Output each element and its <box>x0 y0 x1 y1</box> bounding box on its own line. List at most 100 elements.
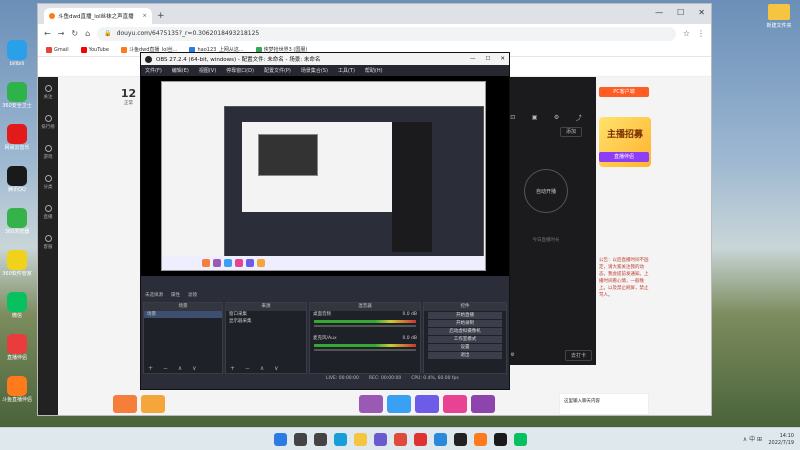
desktop-folder[interactable]: 新建文件夹 <box>764 4 794 29</box>
control-button[interactable]: 工作室模式 <box>428 336 502 343</box>
system-tray[interactable]: ∧ 中 ⊞ <box>743 434 762 443</box>
desktop-icon[interactable]: 腾讯QQ <box>2 166 32 193</box>
control-button[interactable]: 启动虚拟摄像机 <box>428 328 502 335</box>
desktop-icon[interactable]: 360软件管家 <box>2 250 32 277</box>
sidebar-item[interactable]: 关注 <box>38 77 58 107</box>
auto-live-button[interactable]: 自动开播 <box>524 169 568 213</box>
edge-icon[interactable] <box>333 432 347 446</box>
source-item[interactable]: 窗口采集 <box>226 311 306 318</box>
gift-icon[interactable]: ▣ <box>532 114 538 121</box>
obs-logo-icon <box>145 55 152 63</box>
close-tab-icon[interactable]: × <box>142 13 147 19</box>
desktop-icon[interactable]: 360浏览器 <box>2 208 32 235</box>
obs-minimize-button[interactable]: — <box>470 56 476 62</box>
wechat-icon[interactable] <box>513 432 527 446</box>
checkin-button[interactable]: 去打卡 <box>564 349 592 361</box>
gift-item[interactable] <box>415 395 439 413</box>
sidebar-item[interactable]: 分类 <box>38 167 58 197</box>
start-icon[interactable] <box>273 432 287 446</box>
filters-button[interactable]: 滤镜 <box>188 292 197 298</box>
task-view-icon[interactable] <box>313 432 327 446</box>
scene-item[interactable]: 场景 <box>144 311 222 318</box>
source-item[interactable]: 显示器采集 <box>226 318 306 325</box>
gift-item[interactable] <box>359 395 383 413</box>
obs-menubar: 文件(F) 编辑(E) 视图(V) 停靠窗口(D) 配置文件(P) 场景集合(S) 工具(T… <box>141 65 509 76</box>
obs-menu-item[interactable]: 场景集合(S) <box>301 67 328 74</box>
tab-bar: 斗鱼dwd直播_lol丝袜之声直播 × + — ☐ ✕ <box>38 4 711 24</box>
sidebar-item[interactable]: 直播 <box>38 197 58 227</box>
menu-icon[interactable]: ⋮ <box>697 29 705 38</box>
desktop-icon[interactable]: 360安全卫士 <box>2 82 32 109</box>
obs-title: OBS 27.2.4 (64-bit, windows) - 配置文件: 未命名… <box>156 57 321 63</box>
sources-toolbar[interactable]: + − ∧ ∨ <box>226 365 306 373</box>
controls-title: 控件 <box>424 303 506 311</box>
back-button[interactable]: ← <box>44 29 51 38</box>
reload-button[interactable]: ↻ <box>71 29 78 38</box>
chat-input[interactable]: 这里输入聊天内容 <box>559 393 649 415</box>
new-tab-button[interactable]: + <box>157 11 165 21</box>
obs-menu-item[interactable]: 视图(V) <box>199 67 216 74</box>
scenes-toolbar[interactable]: + − ∧ ∨ <box>144 365 222 373</box>
control-button[interactable]: 设置 <box>428 344 502 351</box>
obs-menu-item[interactable]: 停靠窗口(D) <box>226 67 254 74</box>
search-icon[interactable] <box>293 432 307 446</box>
gift-item[interactable] <box>141 395 165 413</box>
live-companion-banner[interactable]: 直播伴侣 <box>599 152 649 162</box>
control-button[interactable]: 开始录制 <box>428 320 502 327</box>
tab-douyu[interactable]: 斗鱼dwd直播_lol丝袜之声直播 × <box>44 8 152 24</box>
bookmark-item[interactable]: Gmail <box>46 46 69 53</box>
close-window-button[interactable]: ✕ <box>698 8 705 17</box>
control-button[interactable]: 退出 <box>428 352 502 359</box>
obs-close-button[interactable]: ✕ <box>500 56 505 62</box>
obs-menu-item[interactable]: 工具(T) <box>338 67 355 74</box>
obs-menu-item[interactable]: 文件(F) <box>145 67 162 74</box>
gift-item[interactable] <box>443 395 467 413</box>
settings-icon[interactable]: ⚙ <box>554 114 559 121</box>
obs-icon[interactable] <box>453 432 467 446</box>
pc-client-banner[interactable]: PC客户端 <box>599 87 649 97</box>
sidebar-item[interactable]: 客服 <box>38 227 58 257</box>
wps-icon[interactable] <box>413 432 427 446</box>
sidebar-item[interactable]: 排行榜 <box>38 107 58 137</box>
share-icon[interactable]: ⤴ <box>576 113 582 122</box>
gift-item[interactable] <box>471 395 495 413</box>
douyu-icon[interactable] <box>473 432 487 446</box>
minimize-button[interactable]: — <box>655 8 663 17</box>
obs-preview[interactable] <box>141 76 509 276</box>
url-input[interactable]: 🔒 douyu.com/6475135?_r=0.306201849321812… <box>97 26 676 41</box>
qq-icon[interactable] <box>493 432 507 446</box>
volume-slider[interactable] <box>314 325 416 327</box>
desktop-icon[interactable]: 微信 <box>2 292 32 319</box>
add-button[interactable]: 添加 <box>560 127 582 137</box>
desktop-icon[interactable]: 网易云音乐 <box>2 124 32 151</box>
home-button[interactable]: ⌂ <box>85 29 90 38</box>
nested-right-panel <box>392 122 432 252</box>
obs-menu-item[interactable]: 配置文件(P) <box>264 67 291 74</box>
desktop-icon[interactable]: bilibili <box>2 40 32 67</box>
gift-item[interactable] <box>387 395 411 413</box>
obs-menu-item[interactable]: 帮助(H) <box>365 67 383 74</box>
obs-menu-item[interactable]: 编辑(E) <box>172 67 189 74</box>
store-icon[interactable] <box>373 432 387 446</box>
obs-maximize-button[interactable]: ☐ <box>485 56 490 62</box>
lock-icon[interactable]: ⊡ <box>510 114 515 121</box>
clock[interactable]: 14:10 2022/7/19 <box>768 433 794 447</box>
bookmark-item[interactable]: YouTube <box>80 46 109 53</box>
photos-icon[interactable] <box>433 432 447 446</box>
app-icon <box>7 166 27 186</box>
explorer-icon[interactable] <box>353 432 367 446</box>
gear-icon[interactable]: ⚙ <box>510 352 514 358</box>
gift-item[interactable] <box>113 395 137 413</box>
control-button[interactable]: 开始直播 <box>428 312 502 319</box>
sidebar-item[interactable]: 游戏 <box>38 137 58 167</box>
forward-button[interactable]: → <box>58 29 65 38</box>
maximize-button[interactable]: ☐ <box>677 8 684 17</box>
desktop-icon[interactable]: 斗鱼直播伴侣 <box>2 376 32 403</box>
desktop-icon[interactable]: 直播伴侣 <box>2 334 32 361</box>
app-icon <box>7 124 27 144</box>
sidebar-label: 分类 <box>43 185 53 190</box>
chrome-icon[interactable] <box>393 432 407 446</box>
volume-slider[interactable] <box>314 349 416 351</box>
star-icon[interactable]: ☆ <box>683 29 690 38</box>
properties-button[interactable]: 属性 <box>171 292 180 298</box>
